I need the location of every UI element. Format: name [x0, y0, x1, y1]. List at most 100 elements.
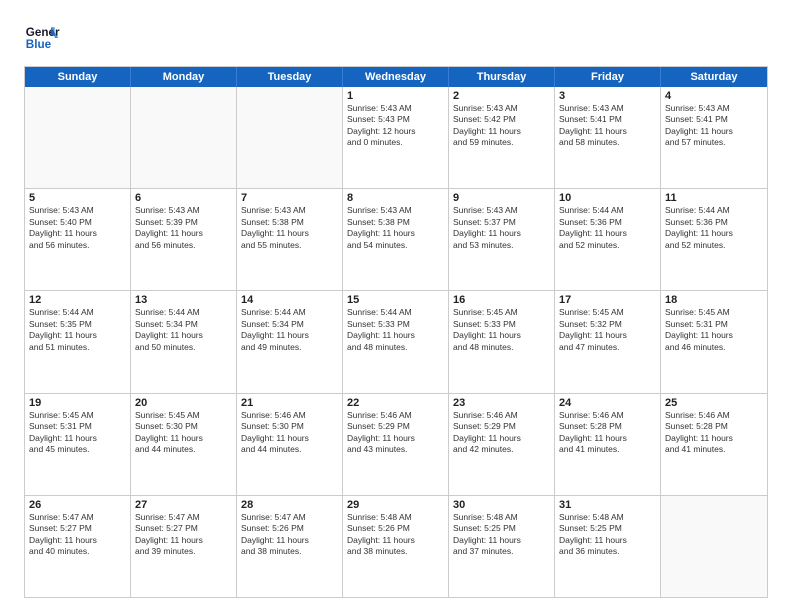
day-number: 2 — [453, 90, 550, 102]
day-cell-7: 7Sunrise: 5:43 AM Sunset: 5:38 PM Daylig… — [237, 189, 343, 290]
day-info: Sunrise: 5:43 AM Sunset: 5:38 PM Dayligh… — [347, 205, 444, 251]
day-info: Sunrise: 5:43 AM Sunset: 5:38 PM Dayligh… — [241, 205, 338, 251]
calendar-body: 1Sunrise: 5:43 AM Sunset: 5:43 PM Daylig… — [25, 87, 767, 597]
day-info: Sunrise: 5:45 AM Sunset: 5:30 PM Dayligh… — [135, 410, 232, 456]
day-number: 23 — [453, 397, 550, 409]
header: General Blue — [24, 20, 768, 56]
day-cell-14: 14Sunrise: 5:44 AM Sunset: 5:34 PM Dayli… — [237, 291, 343, 392]
day-info: Sunrise: 5:46 AM Sunset: 5:29 PM Dayligh… — [453, 410, 550, 456]
header-day-monday: Monday — [131, 67, 237, 87]
day-number: 7 — [241, 192, 338, 204]
week-row-2: 12Sunrise: 5:44 AM Sunset: 5:35 PM Dayli… — [25, 290, 767, 392]
day-cell-2: 2Sunrise: 5:43 AM Sunset: 5:42 PM Daylig… — [449, 87, 555, 188]
day-info: Sunrise: 5:43 AM Sunset: 5:42 PM Dayligh… — [453, 103, 550, 149]
day-number: 6 — [135, 192, 232, 204]
day-cell-empty — [237, 87, 343, 188]
day-cell-27: 27Sunrise: 5:47 AM Sunset: 5:27 PM Dayli… — [131, 496, 237, 597]
day-cell-4: 4Sunrise: 5:43 AM Sunset: 5:41 PM Daylig… — [661, 87, 767, 188]
day-cell-empty — [25, 87, 131, 188]
logo: General Blue — [24, 20, 60, 56]
week-row-0: 1Sunrise: 5:43 AM Sunset: 5:43 PM Daylig… — [25, 87, 767, 188]
day-cell-18: 18Sunrise: 5:45 AM Sunset: 5:31 PM Dayli… — [661, 291, 767, 392]
day-info: Sunrise: 5:45 AM Sunset: 5:33 PM Dayligh… — [453, 307, 550, 353]
day-info: Sunrise: 5:47 AM Sunset: 5:27 PM Dayligh… — [135, 512, 232, 558]
day-number: 17 — [559, 294, 656, 306]
day-info: Sunrise: 5:48 AM Sunset: 5:25 PM Dayligh… — [453, 512, 550, 558]
day-number: 25 — [665, 397, 763, 409]
day-info: Sunrise: 5:44 AM Sunset: 5:36 PM Dayligh… — [665, 205, 763, 251]
day-number: 18 — [665, 294, 763, 306]
day-cell-8: 8Sunrise: 5:43 AM Sunset: 5:38 PM Daylig… — [343, 189, 449, 290]
day-number: 3 — [559, 90, 656, 102]
header-day-saturday: Saturday — [661, 67, 767, 87]
day-cell-16: 16Sunrise: 5:45 AM Sunset: 5:33 PM Dayli… — [449, 291, 555, 392]
day-cell-31: 31Sunrise: 5:48 AM Sunset: 5:25 PM Dayli… — [555, 496, 661, 597]
logo-icon: General Blue — [24, 20, 60, 56]
day-info: Sunrise: 5:46 AM Sunset: 5:28 PM Dayligh… — [559, 410, 656, 456]
day-info: Sunrise: 5:43 AM Sunset: 5:37 PM Dayligh… — [453, 205, 550, 251]
day-number: 1 — [347, 90, 444, 102]
day-number: 22 — [347, 397, 444, 409]
day-info: Sunrise: 5:46 AM Sunset: 5:29 PM Dayligh… — [347, 410, 444, 456]
day-info: Sunrise: 5:46 AM Sunset: 5:30 PM Dayligh… — [241, 410, 338, 456]
day-number: 15 — [347, 294, 444, 306]
day-number: 10 — [559, 192, 656, 204]
day-info: Sunrise: 5:43 AM Sunset: 5:43 PM Dayligh… — [347, 103, 444, 149]
day-cell-1: 1Sunrise: 5:43 AM Sunset: 5:43 PM Daylig… — [343, 87, 449, 188]
day-info: Sunrise: 5:45 AM Sunset: 5:31 PM Dayligh… — [665, 307, 763, 353]
day-cell-15: 15Sunrise: 5:44 AM Sunset: 5:33 PM Dayli… — [343, 291, 449, 392]
day-info: Sunrise: 5:47 AM Sunset: 5:26 PM Dayligh… — [241, 512, 338, 558]
svg-text:Blue: Blue — [26, 38, 52, 51]
day-cell-23: 23Sunrise: 5:46 AM Sunset: 5:29 PM Dayli… — [449, 394, 555, 495]
day-number: 29 — [347, 499, 444, 511]
header-day-friday: Friday — [555, 67, 661, 87]
day-info: Sunrise: 5:48 AM Sunset: 5:26 PM Dayligh… — [347, 512, 444, 558]
day-number: 13 — [135, 294, 232, 306]
header-day-thursday: Thursday — [449, 67, 555, 87]
day-cell-5: 5Sunrise: 5:43 AM Sunset: 5:40 PM Daylig… — [25, 189, 131, 290]
day-cell-21: 21Sunrise: 5:46 AM Sunset: 5:30 PM Dayli… — [237, 394, 343, 495]
day-number: 27 — [135, 499, 232, 511]
day-number: 9 — [453, 192, 550, 204]
day-cell-6: 6Sunrise: 5:43 AM Sunset: 5:39 PM Daylig… — [131, 189, 237, 290]
day-cell-26: 26Sunrise: 5:47 AM Sunset: 5:27 PM Dayli… — [25, 496, 131, 597]
day-number: 26 — [29, 499, 126, 511]
day-cell-19: 19Sunrise: 5:45 AM Sunset: 5:31 PM Dayli… — [25, 394, 131, 495]
day-number: 30 — [453, 499, 550, 511]
day-cell-28: 28Sunrise: 5:47 AM Sunset: 5:26 PM Dayli… — [237, 496, 343, 597]
day-number: 5 — [29, 192, 126, 204]
header-day-tuesday: Tuesday — [237, 67, 343, 87]
day-info: Sunrise: 5:48 AM Sunset: 5:25 PM Dayligh… — [559, 512, 656, 558]
day-info: Sunrise: 5:47 AM Sunset: 5:27 PM Dayligh… — [29, 512, 126, 558]
day-info: Sunrise: 5:46 AM Sunset: 5:28 PM Dayligh… — [665, 410, 763, 456]
day-number: 12 — [29, 294, 126, 306]
header-day-sunday: Sunday — [25, 67, 131, 87]
day-cell-13: 13Sunrise: 5:44 AM Sunset: 5:34 PM Dayli… — [131, 291, 237, 392]
calendar-header: SundayMondayTuesdayWednesdayThursdayFrid… — [25, 67, 767, 87]
day-cell-10: 10Sunrise: 5:44 AM Sunset: 5:36 PM Dayli… — [555, 189, 661, 290]
day-number: 28 — [241, 499, 338, 511]
day-number: 24 — [559, 397, 656, 409]
week-row-3: 19Sunrise: 5:45 AM Sunset: 5:31 PM Dayli… — [25, 393, 767, 495]
day-number: 8 — [347, 192, 444, 204]
day-number: 16 — [453, 294, 550, 306]
week-row-1: 5Sunrise: 5:43 AM Sunset: 5:40 PM Daylig… — [25, 188, 767, 290]
day-cell-9: 9Sunrise: 5:43 AM Sunset: 5:37 PM Daylig… — [449, 189, 555, 290]
day-info: Sunrise: 5:43 AM Sunset: 5:41 PM Dayligh… — [665, 103, 763, 149]
day-cell-29: 29Sunrise: 5:48 AM Sunset: 5:26 PM Dayli… — [343, 496, 449, 597]
calendar: SundayMondayTuesdayWednesdayThursdayFrid… — [24, 66, 768, 598]
day-cell-25: 25Sunrise: 5:46 AM Sunset: 5:28 PM Dayli… — [661, 394, 767, 495]
day-number: 11 — [665, 192, 763, 204]
day-cell-30: 30Sunrise: 5:48 AM Sunset: 5:25 PM Dayli… — [449, 496, 555, 597]
day-number: 14 — [241, 294, 338, 306]
day-info: Sunrise: 5:45 AM Sunset: 5:32 PM Dayligh… — [559, 307, 656, 353]
day-info: Sunrise: 5:43 AM Sunset: 5:39 PM Dayligh… — [135, 205, 232, 251]
day-number: 31 — [559, 499, 656, 511]
day-cell-12: 12Sunrise: 5:44 AM Sunset: 5:35 PM Dayli… — [25, 291, 131, 392]
day-cell-20: 20Sunrise: 5:45 AM Sunset: 5:30 PM Dayli… — [131, 394, 237, 495]
page: General Blue SundayMondayTuesdayWednesda… — [0, 0, 792, 612]
day-number: 19 — [29, 397, 126, 409]
day-info: Sunrise: 5:44 AM Sunset: 5:35 PM Dayligh… — [29, 307, 126, 353]
day-cell-empty — [661, 496, 767, 597]
day-cell-3: 3Sunrise: 5:43 AM Sunset: 5:41 PM Daylig… — [555, 87, 661, 188]
